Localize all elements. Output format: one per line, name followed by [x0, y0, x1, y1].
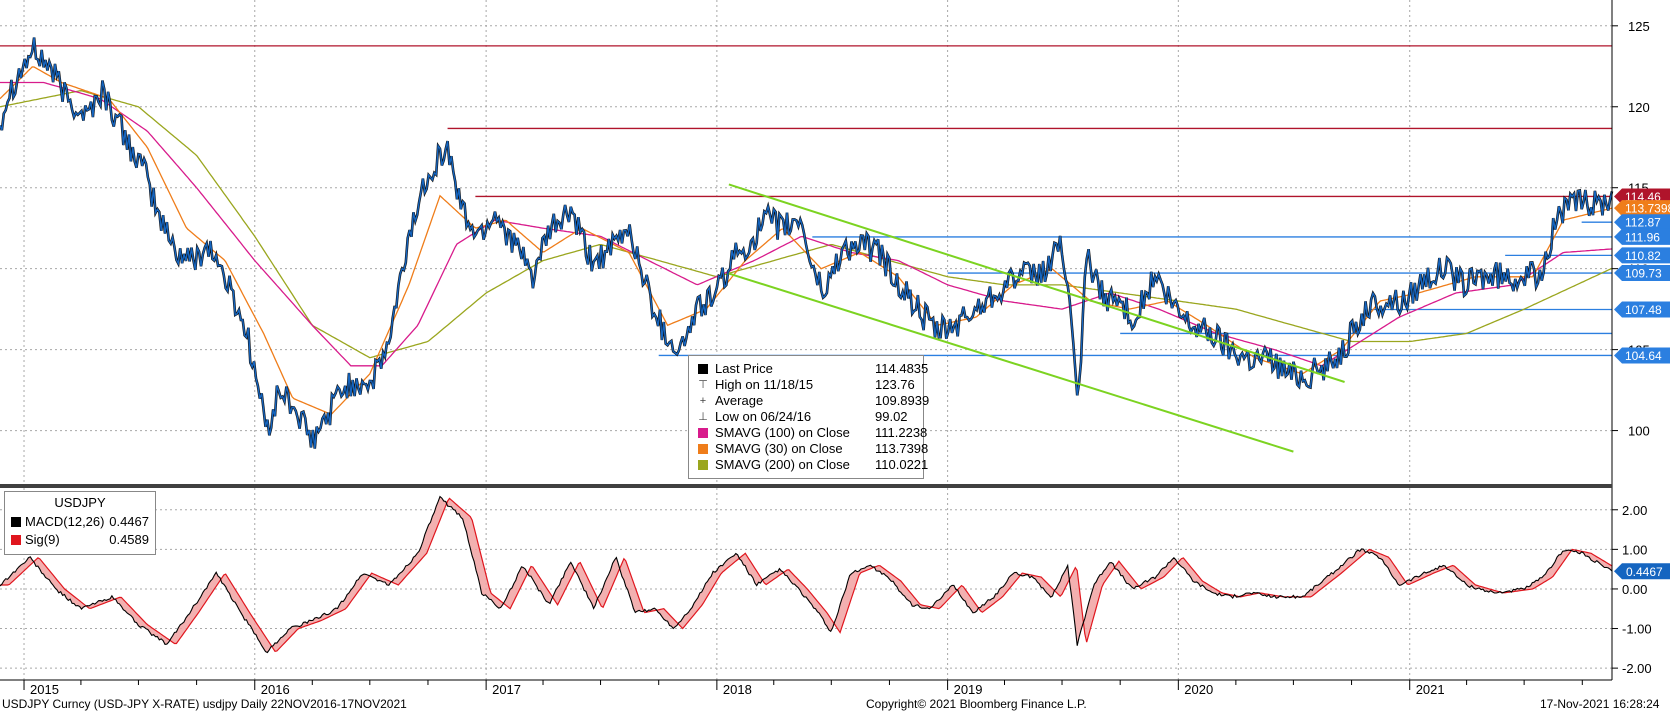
high-marker-icon: ⊤	[698, 379, 708, 391]
legend-row-sma200: SMAVG (200) on Close 110.0221	[697, 457, 928, 473]
macd-tick-label: 1.00	[1622, 542, 1647, 557]
price-tag-label: 110.82	[1625, 249, 1661, 263]
macd-tick-label: -1.00	[1622, 622, 1652, 637]
x-tick-label: 2016	[261, 682, 290, 697]
legend-value: 111.2238	[875, 425, 928, 440]
square-icon	[697, 459, 709, 471]
square-icon	[697, 427, 709, 439]
legend-label: Low on 06/24/16	[715, 409, 812, 424]
macd-legend: USDJPY MACD(12,26) 0.4467 Sig(9) 0.4589	[4, 491, 156, 555]
macd-tick-label: 0.00	[1622, 582, 1647, 597]
price-tag-label: 107.48	[1625, 303, 1662, 317]
legend-label: Average	[715, 393, 764, 408]
legend-label: MACD(12,26)	[25, 514, 105, 529]
price-tick-label: 125	[1628, 19, 1650, 34]
square-icon	[697, 363, 709, 375]
legend-value: 109.8939	[875, 393, 930, 408]
legend-value: 123.76	[875, 377, 915, 392]
legend-value: 110.0221	[875, 457, 929, 472]
macd-tick-label: 2.00	[1622, 503, 1647, 518]
legend-value: 0.4467	[109, 514, 149, 529]
price-tag-label: 104.64	[1625, 349, 1662, 363]
legend-label: High on 11/18/15	[715, 377, 814, 392]
footer-copyright: Copyright© 2021 Bloomberg Finance L.P.	[866, 697, 1087, 711]
legend-label: SMAVG (30) on Close	[715, 441, 843, 456]
legend-value: 113.7398	[875, 441, 929, 456]
legend-row-sma100: SMAVG (100) on Close 111.2238	[697, 425, 927, 441]
price-tag-label: 109.73	[1625, 267, 1662, 281]
price-tag-label: 112.87	[1625, 216, 1661, 230]
legend-row-last-price: Last Price 114.4835	[697, 361, 928, 377]
footer-timestamp: 17-Nov-2021 16:28:24	[1540, 697, 1660, 711]
price-tick-label: 100	[1628, 424, 1650, 439]
x-tick-label: 2015	[30, 682, 59, 697]
x-tick-label: 2017	[492, 682, 521, 697]
square-icon	[11, 517, 21, 527]
price-tag-label: 111.96	[1625, 230, 1660, 244]
legend-value: 114.4835	[875, 361, 929, 376]
legend-label: Sig(9)	[25, 532, 60, 547]
x-tick-label: 2020	[1184, 682, 1213, 697]
price-legend: Last Price 114.4835 ⊤ High on 11/18/15 1…	[688, 355, 929, 479]
square-icon	[11, 535, 21, 545]
footer-ticker: USDJPY Curncy (USD-JPY X-RATE) usdjpy Da…	[2, 697, 407, 711]
x-tick-label: 2018	[723, 682, 752, 697]
legend-value: 99.02	[875, 409, 908, 424]
legend-row-high: ⊤ High on 11/18/15 123.76	[697, 377, 917, 393]
macd-legend-row-macd: MACD(12,26) 0.4467	[11, 514, 151, 530]
macd-legend-title: USDJPY	[54, 495, 106, 510]
square-icon	[697, 443, 709, 455]
legend-row-average: + Average 109.8939	[697, 393, 929, 409]
legend-label: SMAVG (200) on Close	[715, 457, 850, 472]
x-tick-label: 2021	[1416, 682, 1445, 697]
macd-value-tag-label: 0.4467	[1626, 565, 1663, 579]
legend-row-sma30: SMAVG (30) on Close 113.7398	[697, 441, 928, 457]
price-tick-label: 120	[1628, 100, 1650, 115]
legend-value: 0.4589	[109, 532, 149, 547]
legend-row-low: ⊥ Low on 06/24/16 99.02	[697, 409, 917, 425]
low-marker-icon: ⊥	[698, 411, 708, 423]
x-tick-label: 2019	[954, 682, 983, 697]
macd-tick-label: -2.00	[1622, 661, 1652, 676]
average-marker-icon: +	[699, 395, 707, 407]
macd-legend-row-signal: Sig(9) 0.4589	[11, 532, 151, 548]
legend-label: SMAVG (100) on Close	[715, 425, 850, 440]
price-tag-label: 113.7398	[1625, 202, 1674, 216]
legend-label: Last Price	[715, 361, 773, 376]
